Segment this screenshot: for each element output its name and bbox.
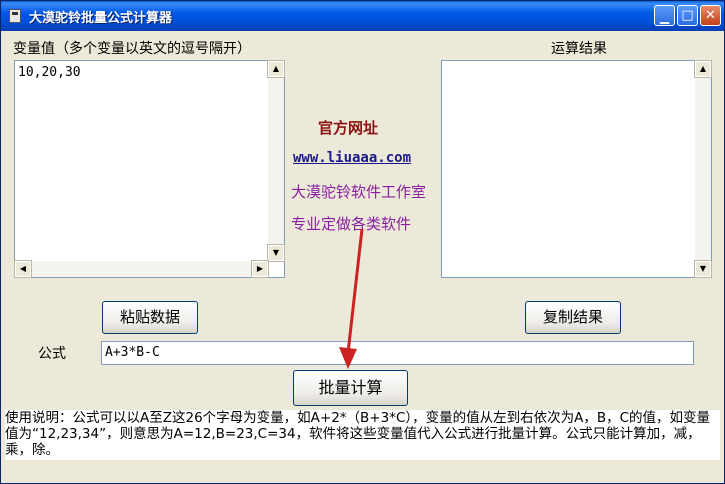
- scroll-left-icon[interactable]: ◀: [14, 260, 32, 278]
- variables-textarea[interactable]: 10,20,30 ▲ ▼ ◀ ▶: [14, 60, 285, 278]
- scroll-up-icon[interactable]: ▲: [267, 60, 285, 78]
- scroll-right-icon[interactable]: ▶: [251, 260, 269, 278]
- variables-hscrollbar[interactable]: ◀ ▶: [14, 260, 269, 278]
- title-bar[interactable]: 大漠驼铃批量公式计算器 ▁ □ ✕: [1, 1, 724, 31]
- official-site-label: 官方网址: [318, 119, 379, 137]
- batch-calculate-button[interactable]: 批量计算: [293, 370, 408, 406]
- copy-result-button[interactable]: 复制结果: [525, 301, 621, 334]
- batch-calculate-label: 批量计算: [318, 378, 383, 397]
- formula-input[interactable]: A+3*B-C: [101, 341, 694, 365]
- minimize-button[interactable]: ▁: [654, 5, 675, 26]
- variables-label: 变量值（多个变量以英文的逗号隔开）: [13, 41, 251, 57]
- results-label: 运算结果: [551, 41, 607, 57]
- paste-data-label: 粘贴数据: [119, 308, 180, 326]
- website-link[interactable]: www.liuaaa.com: [293, 150, 411, 166]
- variables-vscrollbar[interactable]: ▲ ▼: [267, 60, 285, 262]
- scroll-down-icon[interactable]: ▼: [267, 244, 285, 262]
- slogan: 专业定做各类软件: [291, 215, 412, 233]
- instructions-text: 使用说明：公式可以以A至Z这26个字母为变量，如A+2*（B+3*C），变量的值…: [5, 410, 720, 460]
- app-window: 大漠驼铃批量公式计算器 ▁ □ ✕ 变量值（多个变量以英文的逗号隔开） 10,2…: [0, 0, 725, 484]
- results-textarea[interactable]: ▲ ▼: [441, 60, 712, 278]
- calculator-icon: [9, 9, 21, 23]
- results-vscrollbar[interactable]: ▲ ▼: [694, 60, 712, 278]
- scroll-up-icon[interactable]: ▲: [694, 60, 712, 78]
- formula-value: A+3*B-C: [105, 345, 160, 360]
- scroll-down-icon[interactable]: ▼: [694, 260, 712, 278]
- copy-result-label: 复制结果: [542, 308, 603, 326]
- paste-data-button[interactable]: 粘贴数据: [102, 301, 198, 334]
- variables-value: 10,20,30: [18, 65, 81, 80]
- close-button[interactable]: ✕: [700, 5, 721, 26]
- formula-label: 公式: [38, 346, 66, 362]
- close-icon: ✕: [705, 8, 716, 23]
- window-title: 大漠驼铃批量公式计算器: [29, 11, 173, 26]
- minimize-icon: ▁: [659, 10, 670, 24]
- studio-name: 大漠驼铃软件工作室: [291, 183, 427, 201]
- maximize-icon: □: [681, 8, 694, 23]
- maximize-button[interactable]: □: [677, 5, 698, 26]
